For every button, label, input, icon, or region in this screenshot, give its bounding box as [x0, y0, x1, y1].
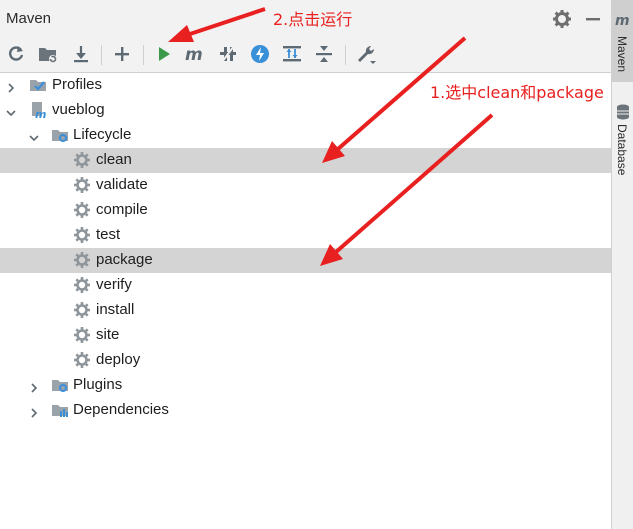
- chevron-down-icon[interactable]: [5, 104, 17, 117]
- gear-icon: [73, 276, 91, 294]
- profiles-folder-icon: [29, 76, 47, 94]
- gear-icon: [73, 226, 91, 244]
- download-icon[interactable]: [70, 43, 92, 65]
- maven-m-icon: m: [615, 12, 631, 32]
- maven-project-icon: m: [29, 101, 47, 121]
- goal-row-deploy[interactable]: deploy: [0, 348, 611, 373]
- svg-text:m: m: [615, 13, 630, 28]
- dependencies-folder-icon: [51, 401, 69, 419]
- goal-row-compile[interactable]: compile: [0, 198, 611, 223]
- reload-icon[interactable]: [5, 43, 27, 65]
- tree-node-label: Lifecycle: [73, 126, 132, 143]
- lifecycle-folder-icon: [51, 126, 69, 144]
- annotation-step2: 2.点击运行: [273, 10, 353, 29]
- toolbar-separator: [345, 45, 346, 65]
- goal-row-verify[interactable]: verify: [0, 273, 611, 298]
- goal-label: validate: [96, 176, 148, 193]
- tree-node-label: Profiles: [52, 76, 103, 93]
- tree-node-plugins[interactable]: Plugins: [0, 373, 611, 398]
- add-icon[interactable]: [111, 43, 133, 65]
- gear-icon: [73, 251, 91, 269]
- goal-row-install[interactable]: install: [0, 298, 611, 323]
- execute-goal-icon[interactable]: m: [184, 43, 206, 65]
- chevron-right-icon[interactable]: [28, 379, 40, 393]
- gear-icon: [73, 201, 91, 219]
- gear-icon: [73, 301, 91, 319]
- gear-icon: [73, 176, 91, 194]
- tab-database[interactable]: Database: [612, 98, 633, 188]
- collapse-all-icon[interactable]: [313, 43, 335, 65]
- chevron-right-icon[interactable]: [28, 404, 40, 418]
- gear-icon: [73, 151, 91, 169]
- minimize-icon[interactable]: [583, 9, 603, 29]
- goal-row-site[interactable]: site: [0, 323, 611, 348]
- goal-label: test: [96, 226, 121, 243]
- tab-label: Database: [615, 124, 629, 176]
- tree-node-label: vueblog: [52, 101, 105, 118]
- database-icon: [616, 104, 630, 124]
- goal-label: site: [96, 326, 120, 343]
- tree-node-label: Dependencies: [73, 401, 169, 418]
- annotation-step1: 1.选中clean和package: [430, 83, 604, 102]
- toolbar-separator: [143, 45, 144, 65]
- maven-toolbar: m: [0, 37, 611, 73]
- goal-label: clean: [96, 151, 132, 168]
- goal-label: verify: [96, 276, 132, 293]
- tree-node-label: Plugins: [73, 376, 123, 393]
- goal-label: package: [96, 251, 153, 268]
- chevron-right-icon[interactable]: [5, 79, 17, 93]
- chevron-down-icon[interactable]: [28, 129, 40, 142]
- goal-row-test[interactable]: test: [0, 223, 611, 248]
- generate-sources-icon[interactable]: [37, 43, 59, 65]
- gear-icon: [73, 326, 91, 344]
- goal-row-clean[interactable]: clean: [0, 148, 611, 173]
- settings-icon[interactable]: [355, 43, 377, 65]
- toggle-offline-icon[interactable]: [217, 43, 239, 65]
- show-dependencies-icon[interactable]: [281, 43, 303, 65]
- tab-maven[interactable]: m Maven: [612, 0, 633, 82]
- goal-label: compile: [96, 201, 148, 218]
- toolbar-separator: [101, 45, 102, 65]
- svg-text:m: m: [35, 108, 46, 119]
- gear-icon[interactable]: [552, 9, 572, 29]
- goal-row-validate[interactable]: validate: [0, 173, 611, 198]
- goal-label: install: [96, 301, 135, 318]
- goal-label: deploy: [96, 351, 141, 368]
- panel-title: Maven: [6, 10, 52, 27]
- tab-label: Maven: [615, 36, 629, 73]
- run-icon[interactable]: [153, 43, 175, 65]
- right-tool-window-bar: m Maven Database: [611, 0, 633, 529]
- svg-text:m: m: [185, 45, 203, 65]
- plugins-folder-icon: [51, 376, 69, 394]
- skip-tests-icon[interactable]: [249, 43, 271, 65]
- tree-node-lifecycle[interactable]: Lifecycle: [0, 123, 611, 148]
- gear-icon: [73, 351, 91, 369]
- goal-row-package[interactable]: package: [0, 248, 611, 273]
- tree-node-dependencies[interactable]: Dependencies: [0, 398, 611, 423]
